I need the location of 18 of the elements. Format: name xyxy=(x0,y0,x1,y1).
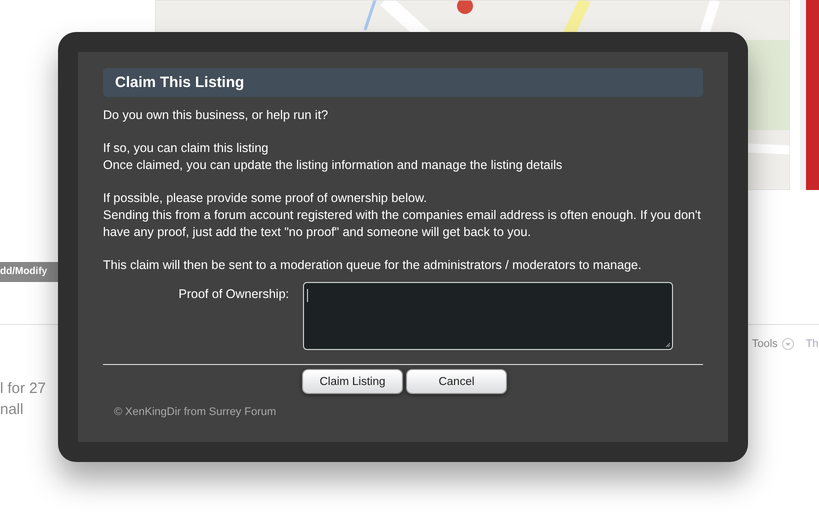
resize-grip-icon[interactable] xyxy=(665,342,671,348)
field-label: Proof of Ownership: xyxy=(178,287,289,301)
instruction-text: If possible, please provide some proof of ownership below. xyxy=(103,190,428,207)
dialog-button[interactable]: Claim Listing xyxy=(302,369,403,394)
listing-text: l for 27 xyxy=(0,379,46,399)
instruction-text: Once claimed, you can update the listing information and manage the listing details xyxy=(103,157,564,174)
instruction-text: If so, you can claim this listing xyxy=(103,140,270,157)
credit-text: © XenKingDir from Surrey Forum xyxy=(114,406,278,418)
instruction-text: Do you own this business, or help run it? xyxy=(103,107,330,124)
dialog-button[interactable]: Cancel xyxy=(406,369,507,394)
proof-field[interactable] xyxy=(303,282,673,350)
listing-tools-menu[interactable]: Tools xyxy=(752,338,778,350)
dialog-title: Claim This Listing xyxy=(103,68,703,97)
instruction-text: Sending this from a forum account registered with the companies email address is often enough. If you don't have any proof, just add the text "no proof" and someone will get back to you. xyxy=(103,207,702,241)
instruction-text: This claim will then be sent to a moderation queue for the administrators / moderators to manage. xyxy=(103,257,642,274)
listing-text: nall xyxy=(0,400,24,420)
tab-fragment[interactable]: Th xyxy=(806,338,819,350)
category-button[interactable]: dd/Modify xyxy=(0,262,58,282)
